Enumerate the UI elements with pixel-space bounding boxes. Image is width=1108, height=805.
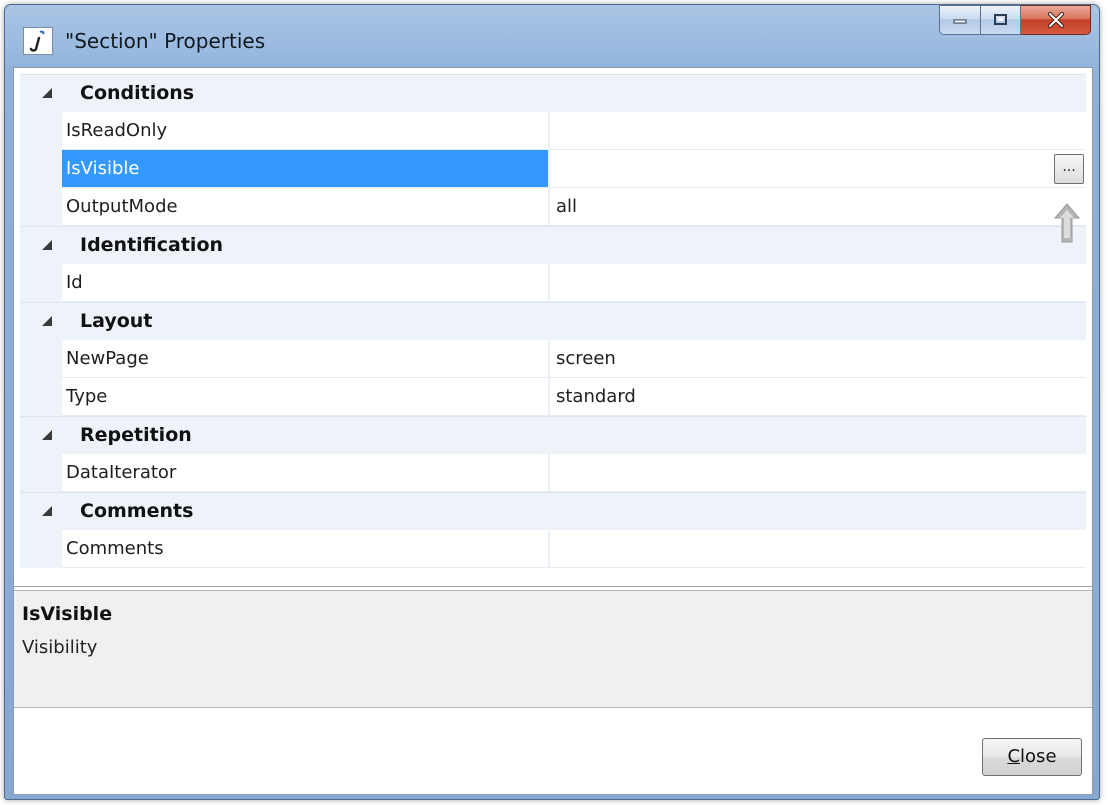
property-row-dataiterator[interactable]: DataIterator [20, 454, 1086, 492]
property-name[interactable]: IsReadOnly [62, 112, 548, 150]
close-x-icon [1047, 12, 1064, 28]
minimize-button[interactable] [939, 5, 981, 35]
category-label: Layout [80, 310, 153, 332]
caption-buttons [939, 5, 1091, 35]
description-title: IsVisible [22, 603, 113, 625]
category-label: Conditions [80, 82, 195, 104]
property-row-type[interactable]: Type standard [20, 378, 1086, 416]
ellipsis-button[interactable]: ... [1054, 154, 1084, 184]
properties-window: "Section" Properties Conditions IsReadOn… [4, 4, 1100, 800]
close-button-label: lose [1020, 746, 1057, 767]
category-label: Comments [80, 500, 194, 522]
property-value[interactable]: standard [549, 378, 1086, 416]
up-arrow-cursor-icon [1053, 203, 1081, 243]
script-j-icon [23, 27, 53, 55]
window-title: "Section" Properties [65, 29, 266, 53]
close-window-button[interactable] [1021, 5, 1091, 35]
dialog-client-area: Conditions IsReadOnly IsVisible ... Outp… [13, 67, 1093, 795]
category-identification[interactable]: Identification [20, 226, 1086, 264]
property-value[interactable]: all [549, 188, 1086, 226]
triangle-collapse-icon[interactable] [42, 430, 52, 440]
property-value[interactable] [549, 454, 1086, 492]
divider [14, 586, 1092, 587]
property-name[interactable]: OutputMode [62, 188, 548, 226]
title-bar[interactable]: "Section" Properties [5, 5, 1099, 73]
category-label: Repetition [80, 424, 192, 446]
category-conditions[interactable]: Conditions [20, 74, 1086, 112]
maximize-button[interactable] [981, 5, 1021, 35]
property-value[interactable]: screen [549, 340, 1086, 378]
property-name[interactable]: Type [62, 378, 548, 416]
description-panel: IsVisible Visibility [14, 590, 1092, 708]
triangle-collapse-icon[interactable] [42, 316, 52, 326]
property-value[interactable] [549, 112, 1086, 150]
triangle-collapse-icon[interactable] [42, 506, 52, 516]
property-grid: Conditions IsReadOnly IsVisible ... Outp… [20, 74, 1086, 572]
category-label: Identification [80, 234, 224, 256]
property-row-newpage[interactable]: NewPage screen [20, 340, 1086, 378]
property-row-comments[interactable]: Comments [20, 530, 1086, 568]
category-layout[interactable]: Layout [20, 302, 1086, 340]
maximize-icon [993, 14, 1007, 25]
property-name[interactable]: Comments [62, 530, 548, 568]
property-name-selected[interactable]: IsVisible [62, 150, 548, 188]
property-value[interactable] [549, 530, 1086, 568]
triangle-collapse-icon[interactable] [42, 88, 52, 98]
minimize-icon [953, 19, 967, 24]
property-row-isvisible[interactable]: IsVisible ... [20, 150, 1086, 188]
property-name[interactable]: Id [62, 264, 548, 302]
property-value[interactable]: ... [549, 150, 1086, 188]
close-button-mnemonic: C [1007, 746, 1021, 767]
property-name[interactable]: DataIterator [62, 454, 548, 492]
description-text: Visibility [22, 637, 98, 658]
category-repetition[interactable]: Repetition [20, 416, 1086, 454]
property-row-outputmode[interactable]: OutputMode all [20, 188, 1086, 226]
triangle-collapse-icon[interactable] [42, 240, 52, 250]
property-row-id[interactable]: Id [20, 264, 1086, 302]
close-button[interactable]: Close [982, 738, 1082, 776]
property-row-isreadonly[interactable]: IsReadOnly [20, 112, 1086, 150]
property-value[interactable] [549, 264, 1086, 302]
category-comments[interactable]: Comments [20, 492, 1086, 530]
property-name[interactable]: NewPage [62, 340, 548, 378]
